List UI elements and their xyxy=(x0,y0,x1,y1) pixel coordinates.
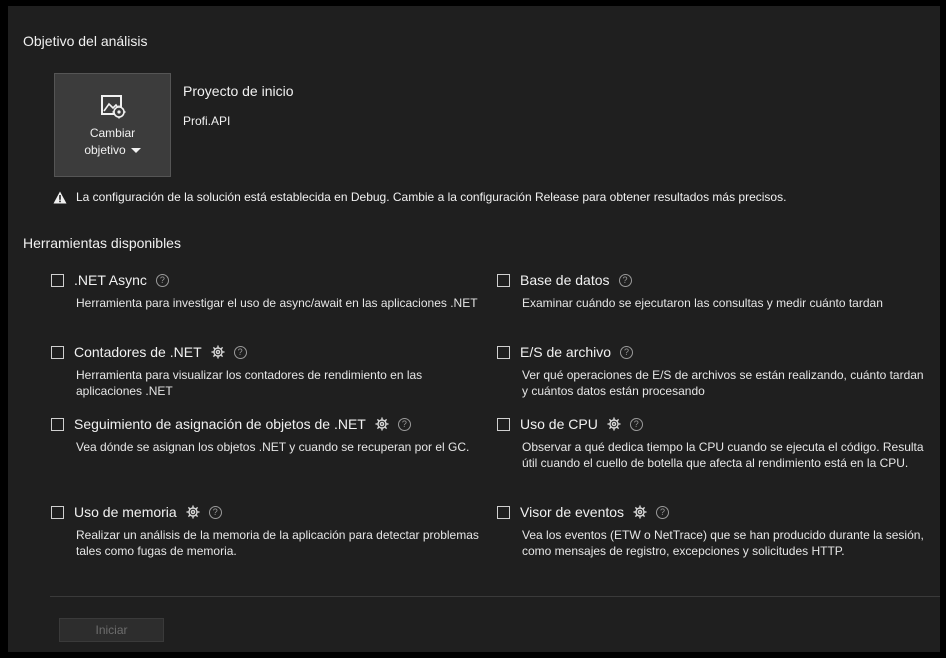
warning-text: La configuración de la solución está est… xyxy=(76,190,787,204)
help-icon[interactable]: ? xyxy=(233,345,247,359)
start-button[interactable]: Iniciar xyxy=(59,618,164,642)
gear-icon[interactable] xyxy=(211,345,225,359)
tool-item-database: Base de datos ? Examinar cuándo se ejecu… xyxy=(497,270,927,311)
profiler-panel: Objetivo del análisis Cambiar objetivo P… xyxy=(8,6,940,652)
tool-name[interactable]: Base de datos xyxy=(520,272,610,288)
startup-project-name: Profi.API xyxy=(183,114,231,128)
net-counters-checkbox[interactable] xyxy=(51,345,64,359)
divider xyxy=(50,596,940,597)
tool-item-event-viewer: Visor de eventos ? Vea los eventos (ETW … xyxy=(497,502,927,559)
net-async-checkbox[interactable] xyxy=(51,273,64,287)
tool-description: Vea los eventos (ETW o NetTrace) que se … xyxy=(522,528,924,558)
cpu-usage-checkbox[interactable] xyxy=(497,417,510,431)
tool-name[interactable]: Contadores de .NET xyxy=(74,344,202,360)
help-icon[interactable]: ? xyxy=(620,345,634,359)
tool-name[interactable]: Uso de memoria xyxy=(74,504,177,520)
tool-name[interactable]: E/S de archivo xyxy=(520,344,611,360)
help-icon[interactable]: ? xyxy=(618,273,632,287)
configuration-warning: La configuración de la solución está est… xyxy=(53,190,786,204)
memory-usage-checkbox[interactable] xyxy=(51,505,64,519)
tool-description: Observar a qué dedica tiempo la CPU cuan… xyxy=(522,440,924,470)
tools-section-title: Herramientas disponibles xyxy=(23,235,181,251)
change-target-label-line1: Cambiar xyxy=(89,126,136,140)
tool-description: Realizar un análisis de la memoria de la… xyxy=(76,528,479,558)
warning-icon xyxy=(53,191,67,203)
tool-name[interactable]: Uso de CPU xyxy=(520,416,598,432)
help-icon[interactable]: ? xyxy=(397,417,411,431)
target-section-title: Objetivo del análisis xyxy=(23,33,148,49)
tool-item-memory-usage: Uso de memoria ? Realizar un análisis de… xyxy=(51,502,481,559)
tool-name[interactable]: Visor de eventos xyxy=(520,504,624,520)
startup-project-heading: Proyecto de inicio xyxy=(183,83,294,99)
help-icon[interactable]: ? xyxy=(155,273,169,287)
help-icon[interactable]: ? xyxy=(656,505,670,519)
gear-icon[interactable] xyxy=(186,505,200,519)
tool-name[interactable]: Seguimiento de asignación de objetos de … xyxy=(74,416,366,432)
tool-description: Vea dónde se asignan los objetos .NET y … xyxy=(76,440,470,454)
help-icon[interactable]: ? xyxy=(629,417,643,431)
tool-item-net-async: .NET Async ? Herramienta para investigar… xyxy=(51,270,481,311)
help-icon[interactable]: ? xyxy=(208,505,222,519)
tool-name[interactable]: .NET Async xyxy=(74,272,147,288)
target-settings-icon xyxy=(100,95,125,119)
tool-item-net-counters: Contadores de .NET ? Herramienta para vi… xyxy=(51,342,481,399)
tool-item-file-io: E/S de archivo ? Ver qué operaciones de … xyxy=(497,342,927,399)
gear-icon[interactable] xyxy=(375,417,389,431)
object-allocation-checkbox[interactable] xyxy=(51,417,64,431)
tool-description: Herramienta para visualizar los contador… xyxy=(76,368,423,398)
tool-description: Examinar cuándo se ejecutaron las consul… xyxy=(522,296,883,310)
change-target-label-line2: objetivo xyxy=(84,143,126,157)
change-target-button[interactable]: Cambiar objetivo xyxy=(54,73,171,177)
event-viewer-checkbox[interactable] xyxy=(497,505,510,519)
file-io-checkbox[interactable] xyxy=(497,345,510,359)
tool-item-object-allocation: Seguimiento de asignación de objetos de … xyxy=(51,414,481,455)
gear-icon[interactable] xyxy=(633,505,647,519)
dropdown-caret-icon xyxy=(130,148,141,154)
gear-icon[interactable] xyxy=(607,417,621,431)
tool-description: Herramienta para investigar el uso de as… xyxy=(76,296,478,310)
tool-description: Ver qué operaciones de E/S de archivos s… xyxy=(522,368,924,398)
database-checkbox[interactable] xyxy=(497,273,510,287)
tool-item-cpu-usage: Uso de CPU ? Observar a qué dedica tiemp… xyxy=(497,414,927,471)
